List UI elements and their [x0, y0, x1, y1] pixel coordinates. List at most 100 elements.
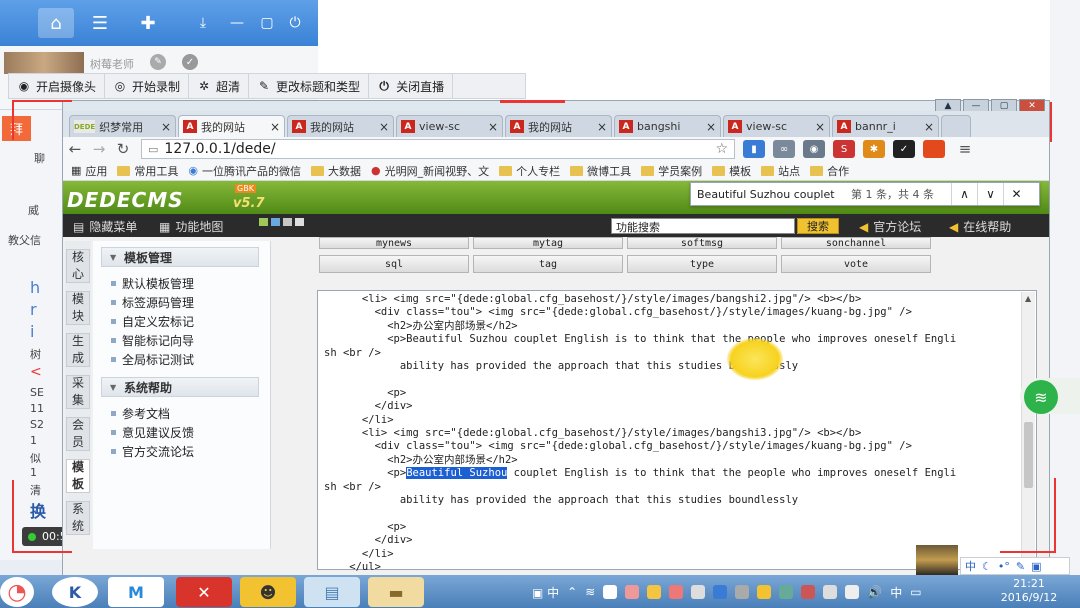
stats-ext-icon[interactable]: ▮ — [743, 140, 765, 158]
menu-item-default-templates[interactable]: 默认模板管理 — [111, 275, 194, 292]
reload-icon[interactable]: ↻ — [111, 140, 135, 158]
k-app-icon[interactable]: K — [52, 577, 98, 607]
tray-app-icon[interactable] — [691, 585, 706, 599]
editor-scrollbar[interactable]: ▲ — [1021, 292, 1035, 568]
seo-ext-icon[interactable]: S — [833, 140, 855, 158]
vtab-system[interactable]: 系统 — [66, 501, 90, 535]
menu-item-global-tag-test[interactable]: 全局标记测试 — [111, 351, 194, 368]
close-tab-icon[interactable]: × — [379, 120, 389, 134]
system-help-header[interactable]: 系统帮助 — [101, 377, 259, 397]
moon-icon[interactable]: ☾ — [982, 560, 992, 573]
input-method-icon[interactable]: ▣ 中 — [532, 584, 559, 601]
close-tab-icon[interactable]: × — [488, 120, 498, 134]
start-button[interactable]: ◔ — [0, 577, 34, 607]
menu-item-smart-wizard[interactable]: 智能标记向导 — [111, 332, 194, 349]
power-icon[interactable]: ⏻ — [284, 12, 306, 34]
menu-item-custom-macro[interactable]: 自定义宏标记 — [111, 313, 194, 330]
tag-button[interactable]: vote — [781, 255, 931, 273]
find-input[interactable]: Beautiful Suzhou couplet — [691, 188, 851, 201]
wifi-tray-icon[interactable]: ≋ — [585, 585, 595, 599]
find-next-icon[interactable]: ∨ — [977, 183, 1003, 205]
gamepad-icon[interactable]: ✚ — [130, 8, 166, 38]
template-manage-header[interactable]: 模板管理 — [101, 247, 259, 267]
tag-button[interactable]: sql — [319, 255, 469, 273]
notes-app-icon[interactable]: ▤ — [304, 577, 360, 607]
function-search-button[interactable]: 搜索 — [797, 218, 839, 234]
back-icon[interactable]: ← — [63, 140, 87, 158]
vtab-template[interactable]: 模板 — [66, 459, 90, 493]
menu-item-feedback[interactable]: 意见建议反馈 — [111, 424, 194, 441]
vtab-collect[interactable]: 采集 — [66, 375, 90, 409]
new-tab-button[interactable] — [941, 115, 971, 137]
tag-button[interactable]: type — [627, 255, 777, 273]
menu-item-docs[interactable]: 参考文档 — [111, 405, 170, 422]
color-swatches[interactable] — [259, 218, 304, 226]
bookmark-folder[interactable]: 模板 — [712, 163, 751, 179]
star-icon[interactable]: ☆ — [715, 141, 728, 157]
bookmark-folder[interactable]: 大数据 — [311, 163, 361, 179]
stop-live-button[interactable]: ⏻ 关闭直播 — [369, 74, 454, 98]
tray-app-icon[interactable] — [801, 585, 816, 599]
close-tab-icon[interactable]: × — [706, 120, 716, 134]
link-ext-icon[interactable]: ∞ — [773, 140, 795, 158]
tag-button[interactable]: tag — [473, 255, 623, 273]
find-prev-icon[interactable]: ∧ — [951, 183, 977, 205]
tray-app-icon[interactable] — [647, 585, 662, 599]
tray-app-icon[interactable] — [779, 585, 794, 599]
tray-app-icon[interactable] — [713, 585, 728, 599]
tray-app-icon[interactable] — [625, 585, 640, 599]
close-tab-icon[interactable]: × — [270, 120, 280, 134]
camera-button[interactable]: ◉ 开启摄像头 — [9, 74, 106, 98]
change-title-button[interactable]: ✎ 更改标题和类型 — [249, 74, 370, 98]
minimize-icon[interactable]: — — [226, 12, 248, 34]
vtab-core[interactable]: 核心 — [66, 249, 90, 283]
tray-app-icon[interactable] — [757, 585, 772, 599]
help-link[interactable]: ◀ 在线帮助 — [949, 218, 1011, 235]
close-tab-icon[interactable]: × — [161, 120, 171, 134]
menu-icon[interactable]: ≡ — [953, 140, 977, 158]
tag-button[interactable]: mytag — [473, 237, 623, 249]
download-icon[interactable]: ⤓ — [192, 12, 214, 34]
browser-tab[interactable]: A 我的网站 × — [505, 115, 612, 137]
wrench-icon[interactable]: ✎ — [1016, 560, 1025, 573]
check-ext-icon[interactable]: ✓ — [893, 140, 915, 158]
floating-thumbnail[interactable] — [916, 545, 958, 575]
hide-menu-button[interactable]: ▤ 隐藏菜单 — [73, 218, 137, 235]
eye-ext-icon[interactable]: ◉ — [803, 140, 825, 158]
close-tab-icon[interactable]: × — [815, 120, 825, 134]
bookmark-folder[interactable]: 学员案例 — [641, 163, 702, 179]
volume-icon[interactable]: 🔊 — [867, 585, 882, 599]
vtab-member[interactable]: 会员 — [66, 417, 90, 451]
tag-button[interactable]: sonchannel — [781, 237, 931, 249]
bookmark-link[interactable]: ◉ 一位腾讯产品的微信 — [188, 163, 301, 179]
tray-app-icon[interactable] — [823, 585, 838, 599]
scroll-up-icon[interactable]: ▲ — [1025, 294, 1031, 303]
ime-icon[interactable]: 中 — [890, 584, 902, 601]
template-code-editor[interactable]: <li> <img src="{dede:global.cfg_basehost… — [317, 290, 1037, 587]
scrollbar-thumb[interactable] — [1024, 422, 1033, 488]
browser-tab[interactable]: DEDE 织梦常用 × — [69, 115, 176, 137]
wifi-icon[interactable]: ≋ — [1024, 380, 1058, 414]
browser-tab[interactable]: Aview-sc × — [396, 115, 503, 137]
menu-item-tag-source[interactable]: 标签源码管理 — [111, 294, 194, 311]
bookmark-folder[interactable]: 个人专栏 — [499, 163, 560, 179]
browser-tab[interactable]: Aview-sc × — [723, 115, 830, 137]
bookmark-link[interactable]: ● 光明网_新闻视野、文 — [371, 163, 489, 179]
function-map-button[interactable]: ▦ 功能地图 — [159, 218, 223, 235]
forward-icon[interactable]: → — [87, 140, 111, 158]
gear-ext-icon[interactable]: ✱ — [863, 140, 885, 158]
tray-app-icon[interactable] — [735, 585, 750, 599]
close-tab-icon[interactable]: × — [597, 120, 607, 134]
browser-tab[interactable]: Abannr_i × — [832, 115, 939, 137]
close-tab-icon[interactable]: × — [924, 120, 934, 134]
check-icon[interactable]: ✓ — [182, 54, 198, 70]
browser-tab-active[interactable]: A 我的网站 × — [178, 115, 285, 137]
quality-button[interactable]: ✲ 超清 — [189, 74, 250, 98]
vtab-generate[interactable]: 生成 — [66, 333, 90, 367]
bookmark-apps[interactable]: ▦ 应用 — [71, 163, 107, 179]
bookmark-folder[interactable]: 站点 — [761, 163, 800, 179]
maximize-icon[interactable]: ▢ — [256, 12, 278, 34]
address-bar[interactable]: ▭ 127.0.0.1/dede/ ☆ — [141, 139, 735, 159]
tray-app-icon[interactable] — [603, 585, 618, 599]
square-ext-icon[interactable] — [923, 140, 945, 158]
